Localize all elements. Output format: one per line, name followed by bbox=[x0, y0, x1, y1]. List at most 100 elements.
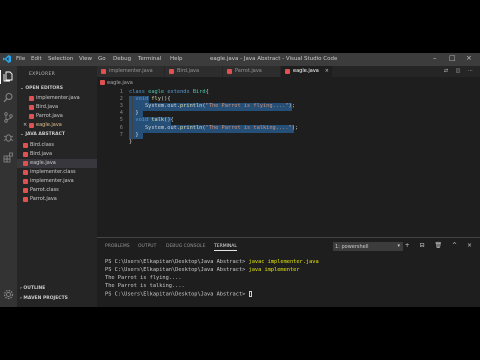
tab-implementer[interactable]: implementer.java bbox=[97, 66, 165, 77]
file-item[interactable]: Parrot.class bbox=[17, 186, 97, 195]
menu-file[interactable]: File bbox=[16, 56, 25, 62]
terminal-select-value: 1: powershell bbox=[335, 243, 369, 250]
code-line: class eagle extends Bird{ bbox=[129, 89, 209, 95]
minimize-icon[interactable]: – bbox=[433, 54, 437, 62]
breadcrumb[interactable]: eagle.java bbox=[100, 80, 133, 86]
file-item[interactable]: Bird.class bbox=[17, 141, 97, 150]
java-file-icon bbox=[227, 69, 232, 74]
vscode-logo-icon bbox=[3, 55, 11, 63]
class-name: eagle bbox=[148, 89, 165, 95]
open-editor-item[interactable]: Parrot.java bbox=[17, 112, 97, 121]
terminal-output: The Parrot is talking.... bbox=[105, 283, 185, 289]
terminal-line: PS C:\Users\Elkapitan\Desktop\Java Abstr… bbox=[105, 259, 319, 265]
terminal-select[interactable]: 1: powershell ▾ bbox=[333, 242, 403, 251]
file-label: implementer.java bbox=[30, 178, 74, 184]
close-tab-icon[interactable]: × bbox=[325, 68, 329, 74]
java-file-icon bbox=[23, 179, 28, 184]
menu-help[interactable]: Help bbox=[170, 56, 183, 62]
settings-gear-icon[interactable] bbox=[3, 289, 14, 300]
tab-problems[interactable]: PROBLEMS bbox=[105, 244, 130, 249]
code-line: System.out.println("The Parrot is flying… bbox=[144, 103, 295, 109]
java-file-icon bbox=[23, 197, 28, 202]
close-window-icon[interactable]: × bbox=[466, 54, 472, 62]
code-line: } bbox=[129, 139, 132, 145]
terminal-line[interactable]: PS C:\Users\Elkapitan\Desktop\Java Abstr… bbox=[105, 291, 252, 298]
java-file-icon bbox=[23, 188, 28, 193]
code-line: } bbox=[129, 110, 139, 116]
activity-bar bbox=[0, 66, 17, 307]
editor-tab-bar: implementer.java Bird.java Parrot.java e… bbox=[97, 66, 480, 77]
menu-view[interactable]: View bbox=[79, 56, 92, 62]
java-file-icon bbox=[23, 152, 28, 157]
java-file-icon bbox=[23, 161, 28, 166]
file-label: Bird.class bbox=[30, 142, 54, 148]
menu-edit[interactable]: Edit bbox=[31, 56, 42, 62]
terminal-command: javac implementer.java bbox=[248, 259, 319, 265]
tab-parrot[interactable]: Parrot.java bbox=[223, 66, 281, 77]
active-indicator bbox=[0, 70, 1, 84]
panel-actions[interactable]: + ⊟ 🗑 ^ × bbox=[405, 242, 476, 249]
tab-eagle[interactable]: eagle.java × bbox=[281, 66, 333, 77]
open-editors-label: OPEN EDITORS bbox=[25, 86, 63, 91]
file-label: Parrot.class bbox=[30, 187, 59, 193]
keyword: void bbox=[135, 117, 149, 123]
java-file-icon bbox=[29, 105, 34, 110]
project-header[interactable]: ⌄ JAVA ABSTRACT bbox=[20, 132, 65, 137]
extensions-icon[interactable] bbox=[3, 152, 14, 163]
function-name: println bbox=[180, 125, 203, 131]
source-control-icon[interactable] bbox=[3, 112, 14, 123]
open-editor-item[interactable]: × eagle.java bbox=[17, 121, 97, 130]
code-line: void fly(){ bbox=[129, 96, 170, 102]
file-item[interactable]: implementer.java bbox=[17, 177, 97, 186]
terminal-output: The Parrot is flying.... bbox=[105, 275, 182, 281]
tab-terminal[interactable]: TERMINAL bbox=[214, 244, 237, 251]
maven-label: MAVEN PROJECTS bbox=[23, 296, 68, 301]
java-file-icon bbox=[23, 170, 28, 175]
line-number: 7 bbox=[119, 132, 123, 138]
line-number: 1 bbox=[119, 89, 123, 95]
chevron-down-icon: ▾ bbox=[397, 243, 400, 249]
menu-go[interactable]: Go bbox=[98, 56, 106, 62]
open-editor-item[interactable]: implementer.java bbox=[17, 94, 97, 103]
maven-header[interactable]: › MAVEN PROJECTS bbox=[20, 296, 68, 301]
menu-terminal[interactable]: Terminal bbox=[138, 56, 161, 62]
tab-output[interactable]: OUTPUT bbox=[138, 244, 156, 249]
close-icon[interactable]: × bbox=[23, 122, 27, 128]
open-editor-item[interactable]: Bird.java bbox=[17, 103, 97, 112]
search-icon[interactable] bbox=[3, 92, 14, 103]
java-file-icon bbox=[285, 69, 290, 74]
tab-label: Bird.java bbox=[177, 68, 200, 74]
file-item[interactable]: implementer.class bbox=[17, 168, 97, 177]
outline-header[interactable]: › OUTLINE bbox=[20, 286, 45, 291]
code-punct: { bbox=[205, 89, 209, 95]
code-punct: } bbox=[135, 110, 139, 116]
code-line: } bbox=[129, 132, 138, 138]
code-punct: } bbox=[129, 139, 133, 145]
file-item[interactable]: Parrot.java bbox=[17, 195, 97, 204]
keyword: class bbox=[129, 89, 145, 95]
terminal-prompt: PS C:\Users\Elkapitan\Desktop\Java Abstr… bbox=[105, 291, 246, 298]
java-file-icon bbox=[100, 80, 105, 85]
breadcrumb-label: eagle.java bbox=[107, 80, 133, 86]
file-label: eagle.java bbox=[30, 160, 56, 166]
open-editors-header[interactable]: ⌄ OPEN EDITORS bbox=[20, 86, 63, 91]
terminal-cursor bbox=[248, 291, 252, 297]
tab-label: implementer.java bbox=[109, 68, 153, 74]
line-number: 3 bbox=[119, 103, 123, 109]
editor-actions[interactable]: ⇄ ◫ ⋯ bbox=[444, 68, 476, 74]
file-item[interactable]: Bird.java bbox=[17, 150, 97, 159]
tab-debug-console[interactable]: DEBUG CONSOLE bbox=[166, 244, 205, 249]
string-literal: "The Parrot is flying...." bbox=[205, 103, 289, 109]
tab-bird[interactable]: Bird.java bbox=[165, 66, 223, 77]
maximize-icon[interactable]: □ bbox=[449, 54, 456, 62]
menu-selection[interactable]: Selection bbox=[48, 56, 73, 62]
code-editor[interactable]: 1 2 3 4 5 6 7 class eagle extends Bird{ … bbox=[97, 87, 480, 237]
terminal-line: PS C:\Users\Elkapitan\Desktop\Java Abstr… bbox=[105, 267, 300, 273]
explorer-icon[interactable] bbox=[3, 71, 14, 82]
code-punct: (){ bbox=[164, 117, 174, 123]
explorer-title: EXPLORER bbox=[29, 72, 56, 77]
file-item-selected[interactable]: eagle.java bbox=[17, 159, 97, 168]
bottom-panel: PROBLEMS OUTPUT DEBUG CONSOLE TERMINAL 1… bbox=[97, 237, 480, 307]
menu-debug[interactable]: Debug bbox=[113, 56, 131, 62]
debug-icon[interactable] bbox=[3, 132, 14, 143]
